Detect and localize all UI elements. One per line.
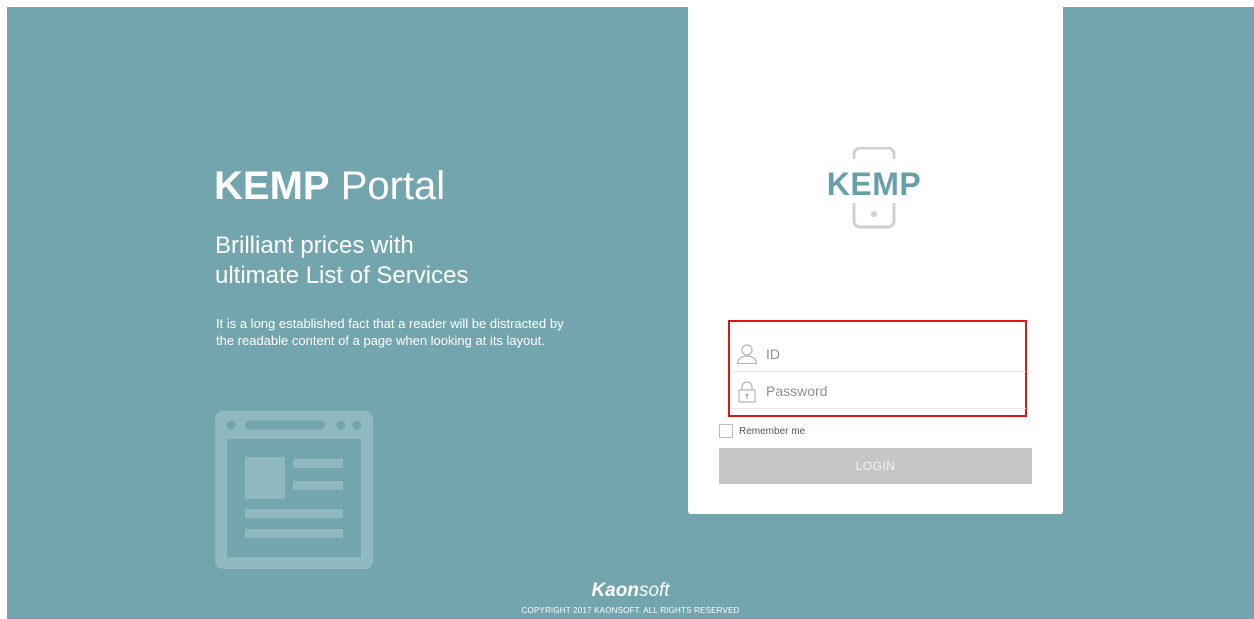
id-field	[732, 336, 1026, 372]
kaonsoft-logo: Kaonsoft	[7, 580, 1254, 602]
lock-icon	[738, 381, 756, 403]
hero-subtitle-line1: Brilliant prices with	[215, 232, 414, 259]
hero-title-light: Portal	[329, 164, 446, 208]
id-input[interactable]	[766, 342, 1016, 366]
hero-description: It is a long established fact that a rea…	[216, 315, 636, 349]
user-icon	[736, 344, 758, 364]
login-page: KEMP Portal Brilliant prices with ultima…	[7, 7, 1254, 619]
hero-title: KEMP Portal	[214, 163, 445, 209]
copyright-text: COPYRIGHT 2017 KAONSOFT. ALL RIGHTS RESE…	[521, 606, 740, 615]
logo-text: KEMP	[826, 166, 922, 202]
password-field	[732, 373, 1026, 409]
brand-light: soft	[638, 580, 670, 601]
kemp-logo: KEMP	[824, 147, 924, 229]
browser-window-icon	[215, 411, 375, 576]
hero-subtitle: Brilliant prices with ultimate List of S…	[215, 231, 635, 291]
hero-subtitle-line2: ultimate List of Services	[215, 262, 469, 289]
brand-bold: Kaon	[591, 580, 639, 601]
remember-me-checkbox[interactable]	[719, 424, 733, 438]
login-button[interactable]: LOGIN	[719, 448, 1032, 484]
password-input[interactable]	[766, 379, 1016, 403]
hero-title-bold: KEMP	[214, 164, 330, 208]
hero-description-line1: It is a long established fact that a rea…	[216, 316, 564, 331]
hero-description-line2: the readable content of a page when look…	[216, 333, 545, 348]
remember-me-label[interactable]: Remember me	[739, 426, 805, 438]
login-card: KEMP Remember me LOGIN	[688, 7, 1063, 514]
